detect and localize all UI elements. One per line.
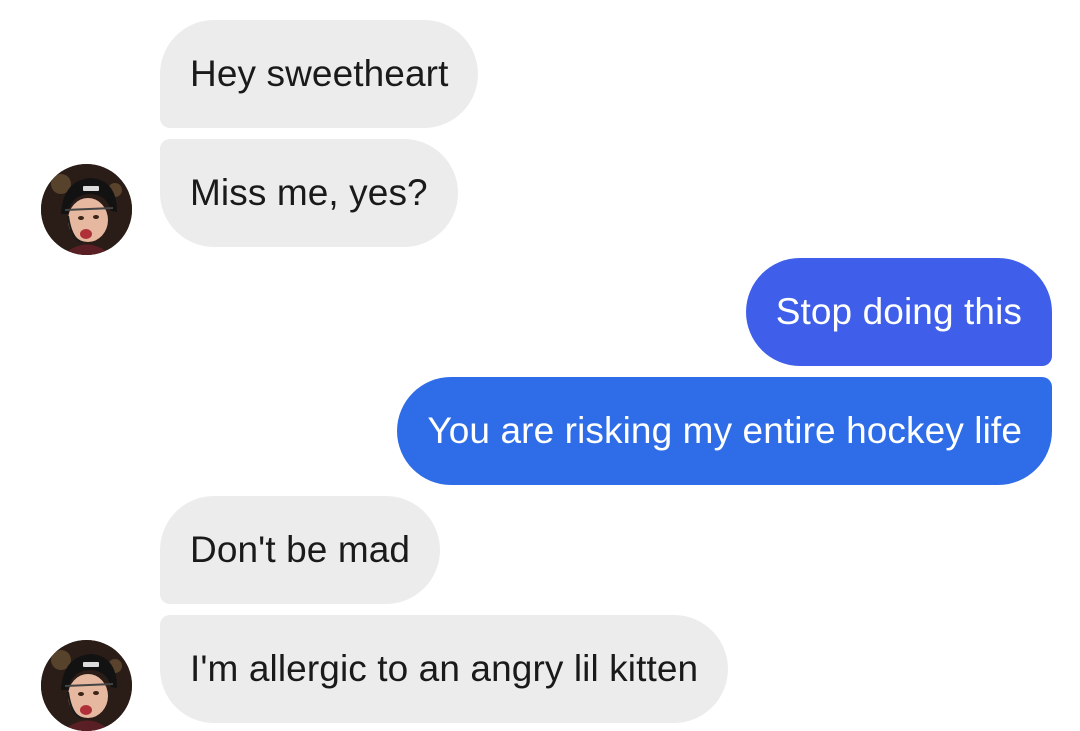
message-text: Stop doing this	[775, 291, 1022, 332]
message-text: Hey sweetheart	[190, 53, 449, 94]
incoming-message-bubble[interactable]: Don't be mad	[160, 496, 441, 604]
outgoing-message-bubble[interactable]: You are risking my entire hockey life	[397, 377, 1052, 485]
hockey-player-avatar-icon	[41, 640, 132, 731]
message-text: Miss me, yes?	[190, 172, 428, 213]
hockey-player-avatar-icon	[41, 164, 132, 255]
contact-avatar[interactable]	[41, 640, 132, 731]
message-text: You are risking my entire hockey life	[427, 410, 1022, 451]
incoming-message-bubble[interactable]: Hey sweetheart	[160, 20, 479, 128]
message-text: I'm allergic to an angry lil kitten	[190, 648, 699, 689]
outgoing-message-bubble[interactable]: Stop doing this	[745, 258, 1052, 366]
incoming-message-bubble[interactable]: I'm allergic to an angry lil kitten	[160, 615, 729, 723]
contact-avatar[interactable]	[41, 164, 132, 255]
message-text: Don't be mad	[190, 529, 411, 570]
incoming-message-bubble[interactable]: Miss me, yes?	[160, 139, 458, 247]
